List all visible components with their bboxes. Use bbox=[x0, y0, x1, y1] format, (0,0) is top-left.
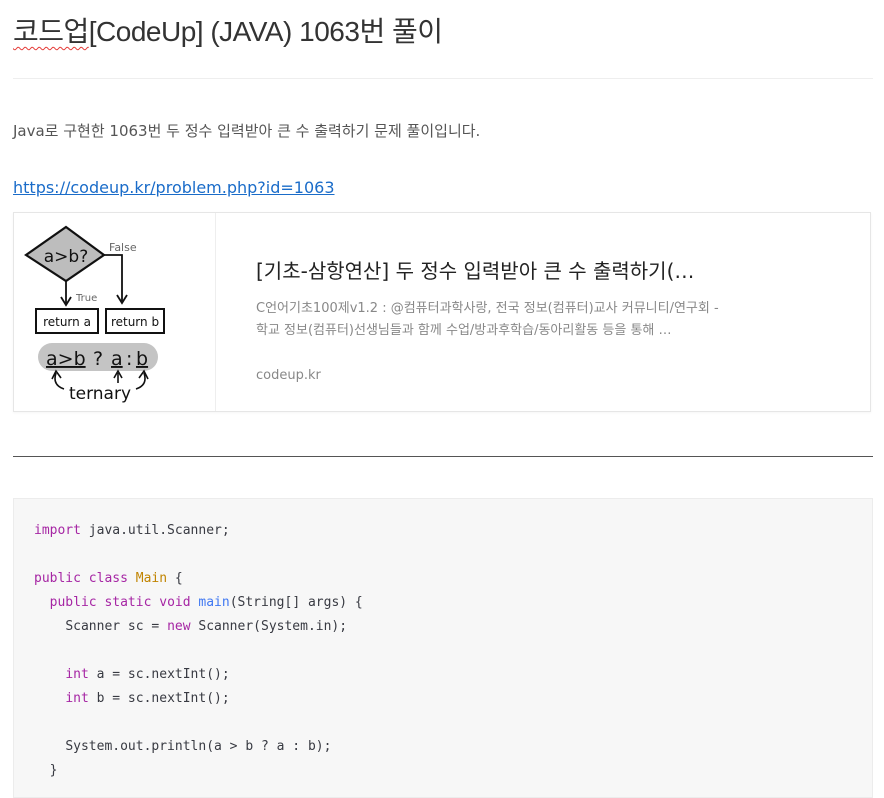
true-label: True bbox=[75, 293, 97, 304]
code-function-name: main bbox=[198, 595, 230, 610]
section-divider bbox=[13, 456, 873, 457]
false-label: False bbox=[109, 241, 137, 254]
expr-b: b bbox=[136, 348, 148, 370]
ternary-caption: ternary bbox=[69, 384, 131, 404]
card-title[interactable]: [기초-삼항연산] 두 정수 입력받아 큰 수 출력하기(… bbox=[256, 255, 694, 284]
link-preview-card[interactable]: a>b? False True return a return b a>b ? … bbox=[13, 212, 871, 412]
return-a-text: return a bbox=[43, 315, 91, 329]
code-keyword: import bbox=[34, 523, 81, 538]
expr-condition: a>b bbox=[46, 348, 86, 370]
ternary-illustration: a>b? False True return a return b a>b ? … bbox=[24, 225, 165, 404]
expr-a: a bbox=[111, 348, 123, 370]
title-divider bbox=[13, 78, 873, 79]
card-thumbnail: a>b? False True return a return b a>b ? … bbox=[14, 213, 216, 411]
intro-text: Java로 구현한 1063번 두 정수 입력받아 큰 수 출력하기 문제 풀이… bbox=[13, 122, 481, 140]
problem-link[interactable]: https://codeup.kr/problem.php?id=1063 bbox=[13, 178, 335, 197]
code-text: import java.util.Scanner; public class M… bbox=[34, 523, 363, 778]
return-b-text: return b bbox=[111, 315, 159, 329]
code-block: import java.util.Scanner; public class M… bbox=[13, 498, 873, 798]
expr-colon: : bbox=[126, 348, 132, 370]
condition-text: a>b? bbox=[44, 247, 88, 267]
card-description: C언어기초100제v1.2 : @컴퓨터과학사랑, 전국 정보(컴퓨터)교사 커… bbox=[256, 301, 719, 338]
code-class-name: Main bbox=[135, 571, 168, 586]
post-title-rest: [CodeUp] (JAVA) 1063번 풀이 bbox=[88, 16, 443, 47]
post-title: 코드업[CodeUp] (JAVA) 1063번 풀이 bbox=[13, 10, 443, 50]
card-domain: codeup.kr bbox=[256, 368, 321, 383]
post-title-spellcheck: 코드업 bbox=[13, 16, 89, 47]
expr-question: ? bbox=[93, 348, 103, 370]
